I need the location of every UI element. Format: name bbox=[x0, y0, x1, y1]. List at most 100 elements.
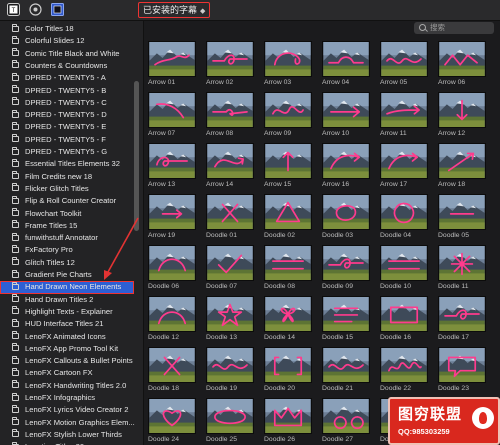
tile-label: Arrow 16 bbox=[322, 181, 350, 188]
title-tile[interactable]: Doodle 21 bbox=[322, 347, 370, 392]
tile-thumbnail bbox=[264, 143, 312, 179]
sidebar-item[interactable]: DPRED - TWENTY5 - G bbox=[0, 146, 134, 158]
title-tile[interactable]: Doodle 22 bbox=[380, 347, 428, 392]
library-dropdown[interactable]: 已安装的字幕 ◆ bbox=[138, 2, 211, 18]
title-tile[interactable]: Doodle 13 bbox=[206, 296, 254, 341]
title-tile[interactable]: Arrow 05 bbox=[380, 41, 428, 86]
tile-label: Doodle 15 bbox=[322, 334, 353, 341]
generators-icon[interactable] bbox=[29, 3, 42, 16]
sidebar-item[interactable]: Frame Titles 15 bbox=[0, 220, 134, 232]
tile-thumbnail bbox=[264, 347, 312, 383]
title-tile[interactable]: Arrow 18 bbox=[438, 143, 486, 188]
tile-label: Arrow 12 bbox=[438, 130, 466, 137]
title-tile[interactable]: Doodle 14 bbox=[264, 296, 312, 341]
title-tile[interactable]: Arrow 08 bbox=[206, 92, 254, 137]
sidebar-item[interactable]: DPRED - TWENTY5 - F bbox=[0, 134, 134, 146]
sidebar-item[interactable]: Comic Title Black and White bbox=[0, 48, 134, 60]
title-tile[interactable]: Doodle 05 bbox=[438, 194, 486, 239]
title-tile[interactable]: Doodle 10 bbox=[380, 245, 428, 290]
title-tile[interactable]: Doodle 26 bbox=[264, 398, 312, 443]
title-tile[interactable]: Doodle 27 bbox=[322, 398, 370, 443]
sidebar-item[interactable]: Essential Titles Elements 32 bbox=[0, 158, 134, 170]
sidebar-item[interactable]: LenoFX Animated Icons bbox=[0, 331, 134, 343]
title-tile[interactable]: Doodle 25 bbox=[206, 398, 254, 443]
sidebar-item[interactable]: LenoFX Stylish Lower Thirds bbox=[0, 429, 134, 441]
title-tile[interactable]: Doodle 19 bbox=[206, 347, 254, 392]
sidebar-item[interactable]: DPRED - TWENTY5 - D bbox=[0, 109, 134, 121]
sidebar-item[interactable]: LenoFX Handwriting Titles 2.0 bbox=[0, 380, 134, 392]
title-tile[interactable]: Arrow 06 bbox=[438, 41, 486, 86]
tile-thumbnail bbox=[322, 143, 370, 179]
sidebar-item[interactable]: LenoFX Callouts & Bullet Points bbox=[0, 355, 134, 367]
sidebar-item[interactable]: Flicker Glitch Titles bbox=[0, 183, 134, 195]
title-tile[interactable]: Arrow 16 bbox=[322, 143, 370, 188]
title-tile[interactable]: Doodle 20 bbox=[264, 347, 312, 392]
sidebar-item[interactable]: funwithstuff Annotator bbox=[0, 232, 134, 244]
title-tile[interactable]: Arrow 13 bbox=[148, 143, 196, 188]
sidebar-item[interactable]: DPRED - TWENTY5 - E bbox=[0, 121, 134, 133]
title-tile[interactable]: Arrow 10 bbox=[322, 92, 370, 137]
title-tile[interactable]: Arrow 02 bbox=[206, 41, 254, 86]
title-tile[interactable]: Arrow 07 bbox=[148, 92, 196, 137]
title-tile[interactable]: Doodle 01 bbox=[206, 194, 254, 239]
title-tile[interactable]: Arrow 17 bbox=[380, 143, 428, 188]
sidebar-item[interactable]: LenoFX Infographics bbox=[0, 392, 134, 404]
sidebar-item[interactable]: DPRED - TWENTY5 - B bbox=[0, 85, 134, 97]
title-tile[interactable]: Doodle 04 bbox=[380, 194, 428, 239]
sidebar-item[interactable]: Flowchart Toolkit bbox=[0, 208, 134, 220]
sidebar-item[interactable]: Location Titles 20 bbox=[0, 441, 134, 445]
sidebar-item[interactable]: Colorful Slides 12 bbox=[0, 35, 134, 47]
sidebar-item[interactable]: LenoFX Motion Graphics Elem... bbox=[0, 417, 135, 429]
title-tile[interactable]: Arrow 19 bbox=[148, 194, 196, 239]
title-tile[interactable]: Doodle 02 bbox=[264, 194, 312, 239]
lines-doodle-thumbnail bbox=[323, 297, 369, 331]
title-tile[interactable]: Doodle 06 bbox=[148, 245, 196, 290]
titles-sidebar[interactable]: Color Titles 18 Colorful Slides 12 Comic T… bbox=[0, 21, 144, 445]
search-field[interactable]: 搜索 bbox=[414, 22, 494, 34]
title-tile[interactable]: Doodle 15 bbox=[322, 296, 370, 341]
sidebar-item[interactable]: Gradient Pie Charts bbox=[0, 269, 134, 281]
title-tile[interactable]: Arrow 15 bbox=[264, 143, 312, 188]
sidebar-item[interactable]: DPRED - TWENTY5 - A bbox=[0, 72, 134, 84]
title-tile[interactable]: Doodle 23 bbox=[438, 347, 486, 392]
sidebar-item[interactable]: Film Credits new 18 bbox=[0, 171, 134, 183]
sidebar-item[interactable]: Highlight Texts - Explainer bbox=[0, 306, 134, 318]
title-tile[interactable]: Doodle 18 bbox=[148, 347, 196, 392]
title-tile[interactable]: Doodle 16 bbox=[380, 296, 428, 341]
sidebar-item[interactable]: DPRED - TWENTY5 - C bbox=[0, 97, 134, 109]
title-tile[interactable]: Doodle 03 bbox=[322, 194, 370, 239]
title-tile[interactable]: Arrow 03 bbox=[264, 41, 312, 86]
sidebar-item[interactable]: Glitch Titles 12 bbox=[0, 257, 134, 269]
title-tile[interactable]: Doodle 11 bbox=[438, 245, 486, 290]
tile-label: Doodle 20 bbox=[264, 385, 295, 392]
sidebar-item[interactable]: Flip & Roll Counter Creator bbox=[0, 195, 134, 207]
title-tile[interactable]: Doodle 12 bbox=[148, 296, 196, 341]
transitions-icon[interactable] bbox=[51, 3, 64, 16]
sidebar-item[interactable]: Hand Drawn Titles 2 bbox=[0, 294, 134, 306]
title-tile[interactable]: Doodle 17 bbox=[438, 296, 486, 341]
sidebar-item[interactable]: Counters & Countdowns bbox=[0, 60, 134, 72]
title-tile[interactable]: Doodle 08 bbox=[264, 245, 312, 290]
title-tile[interactable]: Doodle 07 bbox=[206, 245, 254, 290]
sidebar-item[interactable]: FxFactory Pro bbox=[0, 244, 134, 256]
sidebar-scrollbar[interactable] bbox=[134, 81, 139, 231]
title-tile[interactable]: Arrow 12 bbox=[438, 92, 486, 137]
squiggle-doodle-thumbnail bbox=[381, 348, 427, 382]
sidebar-item[interactable]: HUD Interface Titles 21 bbox=[0, 318, 134, 330]
sidebar-item[interactable]: LenoFX App Promo Tool Kit bbox=[0, 343, 134, 355]
sidebar-item[interactable]: Color Titles 18 bbox=[0, 23, 134, 35]
sidebar-item[interactable]: LenoFX Cartoon FX bbox=[0, 367, 134, 379]
sidebar-item-label: Gradient Pie Charts bbox=[25, 270, 92, 279]
sidebar-item[interactable]: Hand Drawn Neon Elements bbox=[0, 281, 134, 294]
title-tile[interactable]: Arrow 09 bbox=[264, 92, 312, 137]
titles-browser-icon[interactable]: T bbox=[7, 3, 20, 16]
title-tile[interactable]: Arrow 14 bbox=[206, 143, 254, 188]
title-tile[interactable]: Doodle 24 bbox=[148, 398, 196, 443]
sidebar-item[interactable]: LenoFX Lyrics Video Creator 2 bbox=[0, 404, 134, 416]
title-tile[interactable]: Arrow 04 bbox=[322, 41, 370, 86]
tile-label: Arrow 10 bbox=[322, 130, 350, 137]
sidebar-item-label: LenoFX Cartoon FX bbox=[25, 368, 93, 378]
title-tile[interactable]: Arrow 11 bbox=[380, 92, 428, 137]
title-tile[interactable]: Doodle 09 bbox=[322, 245, 370, 290]
title-tile[interactable]: Arrow 01 bbox=[148, 41, 196, 86]
